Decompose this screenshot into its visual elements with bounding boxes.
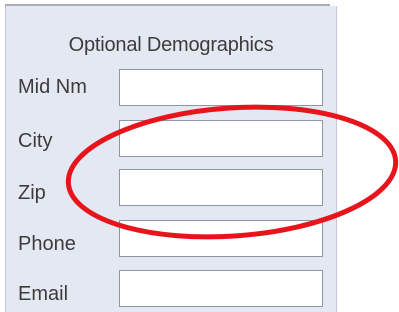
- mid-name-input[interactable]: [119, 69, 323, 106]
- panel-title: Optional Demographics: [68, 34, 274, 56]
- email-label: Email: [18, 283, 69, 305]
- city-label: City: [18, 130, 53, 152]
- city-input[interactable]: [119, 120, 323, 157]
- optional-demographics-panel: Optional Demographics Mid Nm City Zip Ph…: [5, 6, 337, 312]
- screenshot-stage: Optional Demographics Mid Nm City Zip Ph…: [0, 0, 399, 312]
- mid-name-label: Mid Nm: [18, 76, 87, 98]
- zip-label: Zip: [18, 182, 46, 204]
- phone-label: Phone: [18, 233, 76, 255]
- email-input[interactable]: [119, 270, 323, 307]
- zip-input[interactable]: [119, 169, 323, 206]
- phone-input[interactable]: [119, 220, 323, 257]
